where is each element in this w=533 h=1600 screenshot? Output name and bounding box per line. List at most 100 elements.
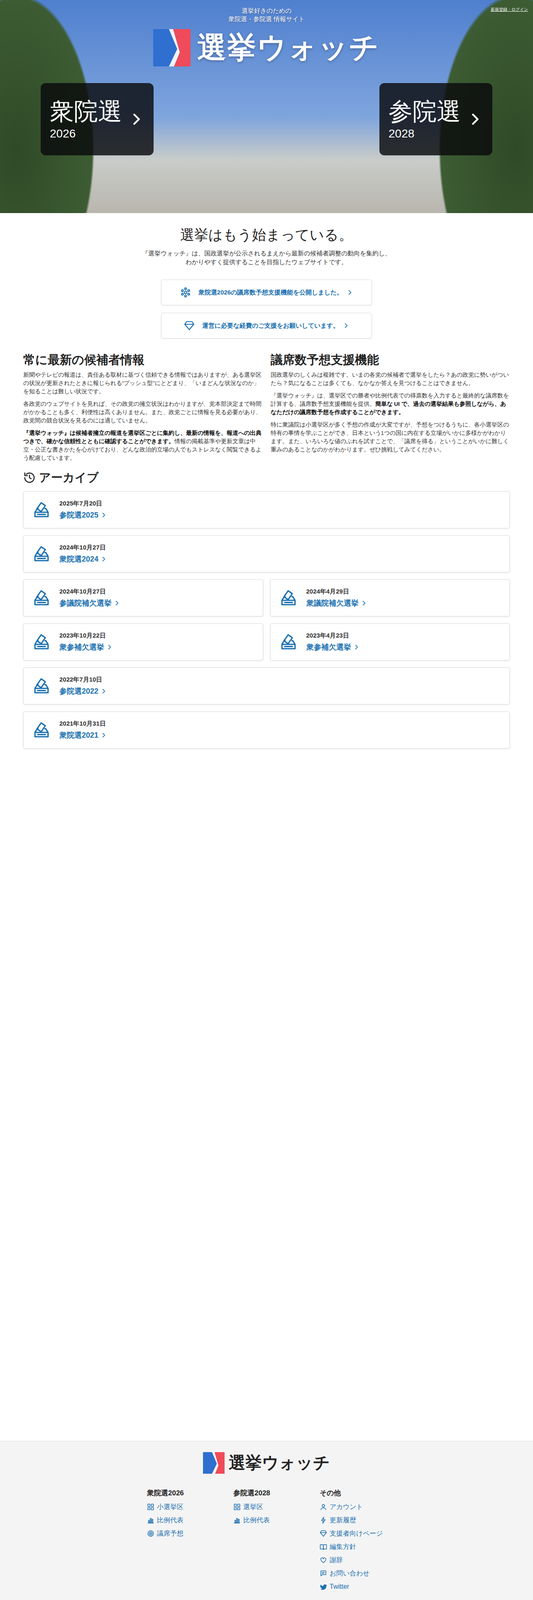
- heart-icon: [319, 1555, 328, 1563]
- archive-text: 2022年7月10日 参院選2022: [59, 675, 107, 696]
- archive-title: アーカイブ: [23, 469, 510, 486]
- footer-link[interactable]: 支援者向けページ: [319, 1525, 387, 1540]
- feature-paragraph: 新聞やテレビの報道は、責任ある取材に基づく信頼できる情報ではありますが、ある選挙…: [23, 370, 263, 396]
- archive-card[interactable]: 2022年7月10日 参院選2022: [23, 667, 510, 705]
- archive-card[interactable]: 2024年10月27日 参議院補欠選挙: [23, 579, 264, 617]
- election-card[interactable]: 参院選 2028: [379, 83, 493, 156]
- footer-link[interactable]: 比例代表: [146, 1512, 214, 1526]
- footer: 選挙ウォッチ 衆院選2026 小選挙区 比例代表 議席予想 参院選2028 選挙区…: [0, 1440, 533, 1599]
- person-icon: [319, 1502, 328, 1510]
- archive-link[interactable]: 衆参補欠選挙: [59, 641, 113, 652]
- footer-link-text: 議席予想: [156, 1528, 184, 1538]
- footer-link[interactable]: 謝辞: [319, 1552, 387, 1566]
- footer-column-title: 衆院選2026: [146, 1487, 214, 1497]
- archive-link[interactable]: 衆議院補欠選挙: [306, 597, 367, 608]
- feature-text: 新聞やテレビの報道は、責任ある取材に基づく信頼できる情報ではありますが、ある選挙…: [23, 371, 262, 395]
- archive-card[interactable]: 2024年4月29日 衆議院補欠選挙: [270, 579, 511, 617]
- chevron-icon: [100, 555, 107, 562]
- notice-button[interactable]: 衆院選2026の議席数予想支援機能を公開しました。: [161, 279, 372, 306]
- archive-link[interactable]: 衆院選2024: [59, 553, 107, 564]
- footer-link[interactable]: 選挙区: [233, 1499, 300, 1513]
- footer-column: 参院選2028 選挙区 比例代表: [233, 1487, 300, 1593]
- archive-name: 参院選2022: [59, 685, 99, 696]
- ballot-box-icon: [279, 589, 298, 607]
- archive-text: 2024年10月27日 参議院補欠選挙: [59, 587, 120, 608]
- archive: アーカイブ 2025年7月20日 参院選2025 2024年10月27日 衆院選…: [23, 469, 510, 749]
- intro-line: わかりやすく提供することを目指したウェブサイトです。: [23, 257, 510, 267]
- archive-text: 2021年10月31日 衆院選2021: [59, 719, 107, 740]
- archive-text: 2023年10月22日 衆参補欠選挙: [59, 631, 113, 652]
- archive-name: 衆院選2024: [59, 553, 99, 564]
- archive-date: 2024年10月27日: [59, 543, 107, 552]
- archive-card[interactable]: 2023年4月23日 衆参補欠選挙: [270, 623, 511, 661]
- archive-card[interactable]: 2023年10月22日 衆参補欠選挙: [23, 623, 264, 661]
- ballot-box-icon: [32, 501, 51, 519]
- election-card[interactable]: 衆院選 2026: [40, 83, 154, 156]
- chat-icon: [319, 1568, 328, 1577]
- archive-link[interactable]: 衆院選2021: [59, 729, 107, 740]
- archive-card[interactable]: 2021年10月31日 衆院選2021: [23, 711, 510, 749]
- archive-card[interactable]: 2024年10月27日 衆院選2024: [23, 535, 510, 573]
- notice-button[interactable]: 運営に必要な経費のご支援をお願いしています。: [161, 312, 372, 339]
- footer-link[interactable]: アカウント: [319, 1499, 387, 1513]
- archive-link[interactable]: 参議院補欠選挙: [59, 597, 120, 608]
- gem-icon: [183, 320, 195, 331]
- footer-link-text: アカウント: [329, 1501, 363, 1511]
- archive-date: 2023年4月23日: [306, 631, 360, 640]
- intro-line: 『選挙ウォッチ』は、国政選挙が公示されるまえから最新の候補者調整の動向を集約し、: [23, 248, 510, 258]
- footer-link[interactable]: Twitter: [319, 1579, 387, 1593]
- footer-link-text: 比例代表: [156, 1515, 184, 1524]
- notice-text: 運営に必要な経費のご支援をお願いしています。: [202, 321, 340, 330]
- chevron-icon: [106, 643, 113, 650]
- archive-date: 2024年4月29日: [306, 587, 367, 596]
- election-label: 衆院選: [49, 97, 123, 125]
- footer-logo[interactable]: 選挙ウォッチ: [202, 1450, 331, 1474]
- footer-site-name: 選挙ウォッチ: [228, 1450, 331, 1474]
- history-icon: [23, 471, 36, 484]
- ballot-box-icon: [32, 589, 51, 607]
- tagline-line: 衆院選・参院選 情報サイト: [228, 14, 305, 24]
- chevron-icon: [100, 687, 107, 694]
- ballot-box-icon: [279, 633, 298, 651]
- election-label: 参院選: [388, 97, 461, 125]
- grid-icon: [233, 1502, 241, 1510]
- election-year: 2028: [388, 127, 461, 141]
- footer-column-title: その他: [319, 1487, 387, 1497]
- ballot-box-icon: [32, 633, 51, 651]
- archive-name: 参院選2025: [59, 509, 99, 520]
- footer-link[interactable]: 比例代表: [233, 1512, 300, 1526]
- hero-logo[interactable]: 選挙ウォッチ: [153, 28, 380, 68]
- bird-icon: [319, 1581, 328, 1590]
- archive-name: 衆参補欠選挙: [59, 641, 105, 652]
- archive-link[interactable]: 参院選2025: [59, 509, 107, 520]
- bolt-icon: [319, 1515, 328, 1524]
- archive-card[interactable]: 2025年7月20日 参院選2025: [23, 491, 510, 529]
- archive-link[interactable]: 参院選2022: [59, 685, 107, 696]
- footer-link[interactable]: お問い合わせ: [319, 1565, 387, 1580]
- intro-title: 選挙はもう始まっている。: [23, 225, 510, 245]
- chevron-icon: [353, 643, 360, 650]
- logo-mark-icon: [202, 1451, 225, 1473]
- grid-icon: [146, 1502, 155, 1510]
- chevron-icon: [100, 511, 107, 518]
- footer-link[interactable]: 編集方針: [319, 1539, 387, 1553]
- login-link[interactable]: 新規登録・ログイン: [490, 6, 529, 13]
- election-card-text: 衆院選 2026: [49, 97, 123, 141]
- archive-date: 2025年7月20日: [59, 499, 107, 508]
- footer-link[interactable]: 議席予想: [146, 1525, 214, 1540]
- archive-date: 2024年10月27日: [59, 587, 120, 596]
- gem-icon: [319, 1528, 328, 1537]
- bars-icon: [233, 1515, 241, 1524]
- book-icon: [319, 1542, 328, 1550]
- notices: 衆院選2026の議席数予想支援機能を公開しました。 運営に必要な経費のご支援をお…: [23, 279, 510, 339]
- site-name: 選挙ウォッチ: [197, 28, 380, 68]
- footer-columns: 衆院選2026 小選挙区 比例代表 議席予想 参院選2028 選挙区 比例代表 その…: [146, 1487, 387, 1593]
- footer-link-text: 比例代表: [243, 1515, 270, 1524]
- footer-link[interactable]: 更新履歴: [319, 1512, 387, 1526]
- archive-link[interactable]: 衆参補欠選挙: [306, 641, 360, 652]
- feature: 議席数予想支援機能 国政選挙のしくみは複雑です。いまの各党の候補者で選挙をしたら…: [270, 351, 511, 467]
- feature-paragraph: 『選挙ウォッチ』は、選挙区での勝者や比例代表での得票数を入力すると最終的な議席数…: [270, 391, 511, 417]
- footer-link-text: 編集方針: [329, 1541, 357, 1551]
- footer-link[interactable]: 小選挙区: [146, 1499, 214, 1513]
- footer-link-text: 支援者向けページ: [329, 1528, 383, 1538]
